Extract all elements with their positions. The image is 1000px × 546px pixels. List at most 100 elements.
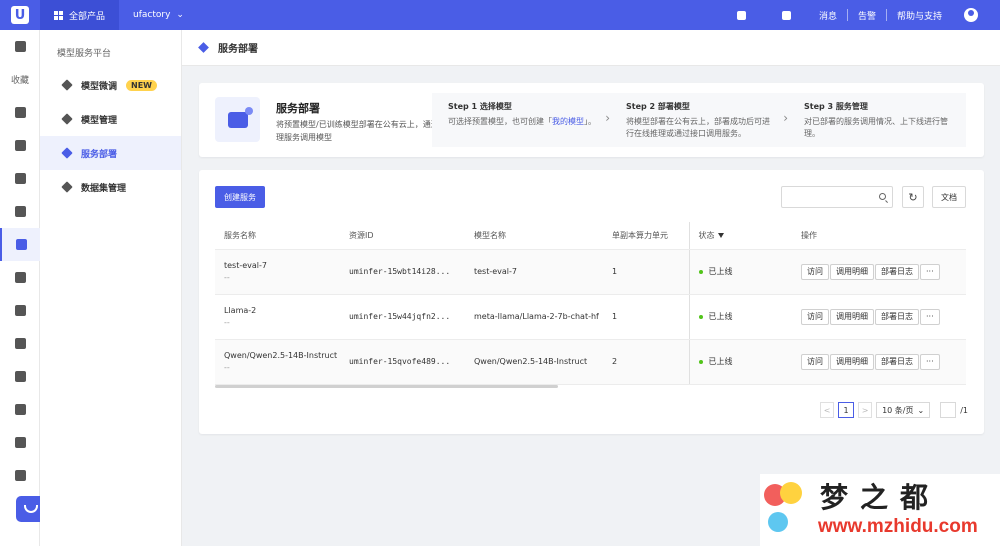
compute-units: 1 <box>603 249 689 295</box>
all-products-button[interactable]: 全部产品 <box>40 0 120 30</box>
mail-icon[interactable] <box>781 10 791 20</box>
rail-item-10[interactable] <box>0 426 40 459</box>
deploy-log-button[interactable]: 部署日志 <box>875 308 919 325</box>
mountain-icon <box>14 470 26 481</box>
deploy-log-button[interactable]: 部署日志 <box>875 263 919 280</box>
rail-item-3[interactable] <box>0 162 40 195</box>
call-details-button[interactable]: 调用明细 <box>830 308 874 325</box>
sidebar-item-model-management[interactable]: 模型管理 <box>40 102 181 136</box>
rail-item-1[interactable] <box>0 96 40 129</box>
sidebar-item-label: 数据集管理 <box>81 183 127 194</box>
more-button[interactable]: ··· <box>920 353 940 370</box>
service-name[interactable]: Qwen/Qwen2.5-14B-Instruct <box>224 351 340 360</box>
project-name: ufactory <box>133 10 171 20</box>
page-jump-input[interactable] <box>940 402 957 418</box>
avatar[interactable] <box>964 8 978 22</box>
watermark-url: www.mzhidu.com <box>818 516 978 537</box>
services-table: 服务名称 资源ID 模型名称 单副本算力单元 状态 操作 test-eval-7… <box>215 222 966 385</box>
cube-icon <box>15 239 27 250</box>
rail-item-6[interactable] <box>0 294 40 327</box>
divider <box>846 9 848 21</box>
step-description: 对已部署的服务调用情况、上下线进行管理。 <box>804 117 948 138</box>
col-status[interactable]: 状态 <box>688 222 792 250</box>
actions-cell: 访问 调用明细 部署日志 ··· <box>792 294 966 340</box>
help-link[interactable]: 帮助与支持 <box>897 9 942 22</box>
all-products-label: 全部产品 <box>69 11 106 22</box>
prev-page-button[interactable]: < <box>820 402 835 418</box>
intro-card: 服务部署 将预置模型/已训练模型部署在公有云上，通过推理服务调用模型 Step … <box>199 83 984 157</box>
rail-item-8[interactable] <box>0 360 40 393</box>
rail-item-5[interactable] <box>0 261 40 294</box>
col-actions: 操作 <box>792 222 966 250</box>
filter-icon[interactable] <box>717 232 724 238</box>
grid-icon <box>54 10 63 20</box>
icon-rail: 收藏 <box>0 30 46 546</box>
service-name-cell: Llama-2 -- <box>215 294 340 340</box>
next-page-button[interactable]: > <box>858 402 873 418</box>
resource-id: uminfer-15w44jqfn2... <box>340 294 465 340</box>
console-icon[interactable] <box>736 10 746 20</box>
more-button[interactable]: ··· <box>920 308 940 325</box>
create-service-button[interactable]: 创建服务 <box>215 186 265 208</box>
settings-list-icon <box>14 371 26 382</box>
rail-item-9[interactable] <box>0 393 40 426</box>
col-compute-units: 单副本算力单元 <box>603 222 689 250</box>
divider <box>885 9 887 21</box>
step-3: Step 3 服务管理 对已部署的服务调用情况、上下线进行管理。 <box>788 93 966 147</box>
docs-button[interactable]: 文档 <box>932 186 966 208</box>
list-icon <box>14 107 26 118</box>
page-size-select[interactable]: 10 条/页 ⌄ <box>876 402 931 418</box>
search-input[interactable] <box>782 187 876 207</box>
visit-button[interactable]: 访问 <box>801 263 829 280</box>
rail-item-model-platform[interactable] <box>0 228 40 261</box>
call-details-button[interactable]: 调用明细 <box>830 353 874 370</box>
new-badge: NEW <box>126 79 157 91</box>
service-name[interactable]: Llama-2 <box>224 306 340 315</box>
home-logo[interactable]: U <box>0 0 40 30</box>
step-1: Step 1 选择模型 可选择预置模型，也可创建「我的模型」。 › <box>432 93 610 147</box>
rail-item-4[interactable] <box>0 195 40 228</box>
page-total: /1 <box>960 405 968 415</box>
sidebar-item-label: 服务部署 <box>81 149 118 160</box>
rail-monitor[interactable] <box>0 30 40 63</box>
status-badge: 已上线 <box>708 312 733 321</box>
deploy-log-button[interactable]: 部署日志 <box>875 353 919 370</box>
step-title: Step 2 部署模型 <box>626 102 690 111</box>
call-details-button[interactable]: 调用明细 <box>830 263 874 280</box>
actions-cell: 访问 调用明细 部署日志 ··· <box>792 249 966 295</box>
messages-link[interactable]: 消息 <box>819 9 837 22</box>
col-status-label: 状态 <box>698 230 715 240</box>
rail-item-2[interactable] <box>0 129 40 162</box>
project-selector[interactable]: ufactory ⌄ <box>119 10 198 20</box>
watermark-logo-icon <box>764 482 802 538</box>
more-button[interactable]: ··· <box>920 263 940 280</box>
sidebar-item-finetune[interactable]: 模型微调 NEW <box>40 68 181 102</box>
model-name: meta-llama/Llama-2-7b-chat-hf <box>465 294 603 340</box>
rail-item-7[interactable] <box>0 327 40 360</box>
page-number[interactable]: 1 <box>838 402 855 418</box>
alerts-link[interactable]: 告警 <box>858 9 876 22</box>
refresh-button[interactable]: ↻ <box>902 186 924 208</box>
service-desc: -- <box>224 273 230 282</box>
resource-id: uminfer-15qvofe489... <box>340 339 465 385</box>
my-models-link[interactable]: 我的模型 <box>552 117 584 126</box>
step-title: Step 1 选择模型 <box>448 102 512 111</box>
intro-description: 将预置模型/已训练模型部署在公有云上，通过推理服务调用模型 <box>276 120 447 142</box>
visit-button[interactable]: 访问 <box>801 353 829 370</box>
search-icon[interactable] <box>879 193 886 200</box>
status-cell: 已上线 <box>688 294 792 340</box>
sidebar-item-service-deploy[interactable]: 服务部署 <box>40 136 181 170</box>
rail-favorites[interactable]: 收藏 <box>0 63 40 96</box>
visit-button[interactable]: 访问 <box>801 308 829 325</box>
step-2: Step 2 部署模型 将模型部署在公有云上，部署成功后可进行在线推理或通过接口… <box>610 93 788 147</box>
service-name-cell: test-eval-7 -- <box>215 249 340 295</box>
rail-item-11[interactable] <box>0 459 40 492</box>
services-card: 创建服务 ↻ 文档 服务名称 资源ID 模型名称 单副本算力单元 状态 操作 t… <box>199 170 984 434</box>
sidebar-item-dataset-management[interactable]: 数据集管理 <box>40 170 181 204</box>
cube-icon <box>61 79 73 91</box>
service-name[interactable]: test-eval-7 <box>224 261 340 270</box>
table-row: Llama-2 -- uminfer-15w44jqfn2... meta-lla… <box>215 294 966 340</box>
horizontal-scrollbar[interactable] <box>215 385 558 388</box>
status-badge: 已上线 <box>708 357 733 366</box>
gauge-icon <box>14 173 26 184</box>
